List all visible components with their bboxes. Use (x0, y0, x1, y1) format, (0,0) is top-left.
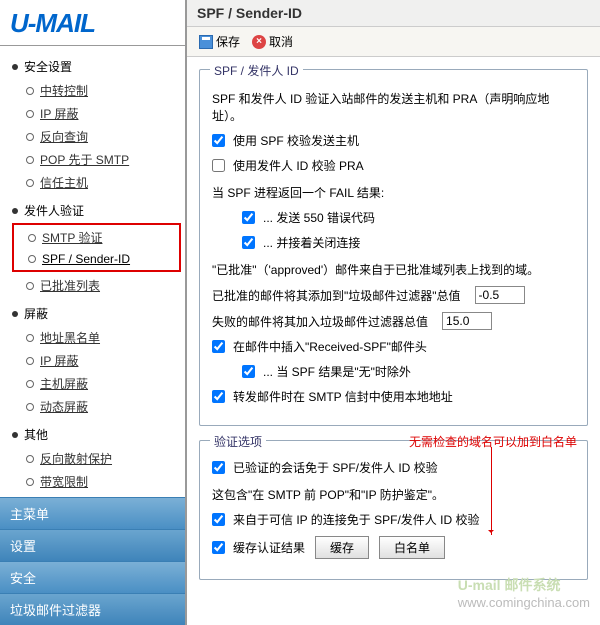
nav-item[interactable]: 已批准列表 (12, 274, 185, 297)
verify-note: 这包含"在 SMTP 前 POP"和"IP 防护鉴定"。 (212, 486, 575, 503)
label-trusted-ip: 来自于可信 IP 的连接免于 SPF/发件人 ID 校验 (233, 511, 479, 528)
nav-item[interactable]: IP 屏蔽 (12, 102, 185, 125)
label-cache: 缓存认证结果 (233, 539, 305, 556)
logo: U-MAIL (0, 0, 185, 45)
whitelist-button[interactable]: 白名单 (379, 536, 445, 559)
nav-section[interactable]: 安全设置 (12, 56, 185, 77)
nav-item[interactable]: 反向查询 (12, 125, 185, 148)
fail-label: 当 SPF 进程返回一个 FAIL 结果: (212, 184, 575, 201)
watermark: U-mail 邮件系统 www.comingchina.com (458, 575, 590, 610)
nav-item[interactable]: 信任主机 (12, 171, 185, 194)
checkbox-except-none[interactable] (242, 365, 255, 378)
nav-item[interactable]: SPF / Sender-ID (14, 249, 179, 269)
nav-section[interactable]: 发件人验证 (12, 200, 185, 221)
checkbox-close-conn[interactable] (242, 236, 255, 249)
save-button[interactable]: 保存 (195, 31, 244, 52)
bottom-tab[interactable]: 安全 (0, 561, 185, 593)
nav-item[interactable]: 带宽限制 (12, 470, 185, 493)
checkbox-insert-header[interactable] (212, 340, 225, 353)
label-close-conn: ... 并接着关闭连接 (263, 234, 360, 251)
cancel-button[interactable]: ×取消 (248, 31, 297, 52)
checkbox-forward-local[interactable] (212, 390, 225, 403)
checkbox-send-550[interactable] (242, 211, 255, 224)
nav-item[interactable]: SMTP 验证 (14, 226, 179, 249)
sidebar-nav: 安全设置中转控制IP 屏蔽反向查询POP 先于 SMTP信任主机发件人验证SMT… (0, 46, 185, 497)
approved-note: "已批准"（'approved'）邮件来自于已批准域列表上找到的域。 (212, 261, 575, 278)
legend-verify: 验证选项 (210, 433, 266, 450)
label-failed-score: 失败的邮件将其加入垃圾邮件过滤器总值 (212, 313, 428, 330)
nav-item[interactable]: 反向散射保护 (12, 447, 185, 470)
annotation-text: 无需检查的域名可以加到白名单 (409, 433, 577, 450)
checkbox-use-spf[interactable] (212, 134, 225, 147)
toolbar: 保存 ×取消 (187, 27, 600, 57)
checkbox-use-sid[interactable] (212, 159, 225, 172)
label-use-spf: 使用 SPF 校验发送主机 (233, 132, 359, 149)
label-send-550: ... 发送 550 错误代码 (263, 209, 375, 226)
label-approved-score: 已批准的邮件将其添加到"垃圾邮件过滤器"总值 (212, 287, 461, 304)
highlight-box: SMTP 验证SPF / Sender-ID (12, 223, 181, 272)
nav-item[interactable]: 中转控制 (12, 79, 185, 102)
label-except-none: ... 当 SPF 结果是"无"时除外 (263, 363, 411, 380)
spf-fieldset: SPF / 发件人 ID SPF 和发件人 ID 验证入站邮件的发送主机和 PR… (199, 69, 588, 426)
legend-spf: SPF / 发件人 ID (210, 62, 303, 79)
label-verified-exempt: 已验证的会话免于 SPF/发件人 ID 校验 (233, 459, 438, 476)
intro-text: SPF 和发件人 ID 验证入站邮件的发送主机和 PRA（声明响应地址）。 (212, 90, 575, 124)
nav-item[interactable]: POP 先于 SMTP (12, 148, 185, 171)
nav-item[interactable]: 主机屏蔽 (12, 372, 185, 395)
cancel-icon: × (252, 35, 266, 49)
bottom-tab[interactable]: 设置 (0, 529, 185, 561)
label-insert-header: 在邮件中插入"Received-SPF"邮件头 (233, 338, 427, 355)
cache-button[interactable]: 缓存 (315, 536, 369, 559)
label-forward-local: 转发邮件时在 SMTP 信封中使用本地地址 (233, 388, 453, 405)
nav-section[interactable]: 屏蔽 (12, 303, 185, 324)
bottom-tab[interactable]: 主菜单 (0, 497, 185, 529)
label-use-sid: 使用发件人 ID 校验 PRA (233, 157, 364, 174)
disk-icon (199, 35, 213, 49)
input-approved-score[interactable] (475, 286, 525, 304)
checkbox-verified-exempt[interactable] (212, 461, 225, 474)
input-failed-score[interactable] (442, 312, 492, 330)
nav-section[interactable]: 其他 (12, 424, 185, 445)
verify-fieldset: 验证选项 无需检查的域名可以加到白名单 已验证的会话免于 SPF/发件人 ID … (199, 440, 588, 580)
bottom-tab[interactable]: 垃圾邮件过滤器 (0, 593, 185, 625)
checkbox-cache[interactable] (212, 541, 225, 554)
nav-item[interactable]: 地址黑名单 (12, 326, 185, 349)
nav-item[interactable]: 动态屏蔽 (12, 395, 185, 418)
nav-item[interactable]: IP 屏蔽 (12, 349, 185, 372)
checkbox-trusted-ip[interactable] (212, 513, 225, 526)
page-title: SPF / Sender-ID (187, 0, 600, 27)
